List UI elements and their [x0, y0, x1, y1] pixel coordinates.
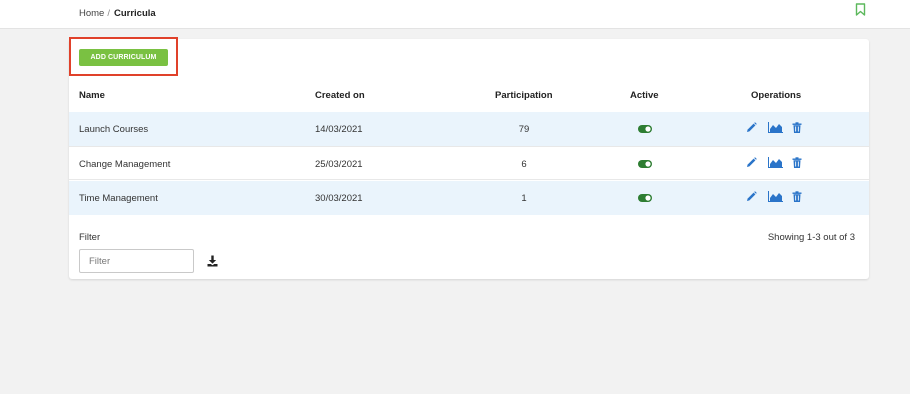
active-toggle[interactable] — [638, 125, 652, 133]
row-name: Change Management — [79, 159, 171, 170]
row-operations — [746, 122, 806, 136]
row-participation: 79 — [518, 124, 530, 135]
delete-icon[interactable] — [792, 157, 802, 168]
top-bar: Home / Curricula — [0, 0, 910, 29]
filter-input[interactable] — [79, 249, 194, 273]
active-toggle[interactable] — [638, 160, 652, 168]
active-toggle[interactable] — [638, 194, 652, 202]
breadcrumb-home[interactable]: Home — [79, 8, 104, 19]
edit-icon[interactable] — [746, 157, 757, 168]
row-name: Launch Courses — [79, 124, 149, 135]
header-operations: Operations — [751, 90, 802, 101]
stats-icon[interactable] — [768, 191, 783, 202]
table-row: Time Management 30/03/2021 1 — [69, 181, 869, 215]
table-row: Launch Courses 14/03/2021 79 — [69, 112, 869, 146]
delete-icon[interactable] — [792, 191, 802, 202]
breadcrumb-current: Curricula — [113, 8, 156, 19]
row-participation: 6 — [521, 159, 527, 170]
breadcrumb-separator: / — [107, 8, 110, 19]
add-curriculum-button[interactable]: ADD CURRICULUM — [79, 49, 168, 66]
filter-label: Filter — [79, 232, 101, 243]
breadcrumb: Home / Curricula — [79, 8, 156, 19]
stats-icon[interactable] — [768, 122, 783, 133]
pagination-summary: Showing 1-3 out of 3 — [767, 232, 855, 243]
table-header: Name Created on Participation Active Ope… — [69, 83, 869, 113]
row-name: Time Management — [79, 193, 158, 204]
header-name[interactable]: Name — [79, 90, 105, 101]
row-created-on: 25/03/2021 — [315, 159, 363, 170]
bookmark-icon[interactable] — [855, 3, 866, 16]
curricula-card: ADD CURRICULUM Name Created on Participa… — [69, 37, 869, 279]
row-created-on: 30/03/2021 — [315, 193, 363, 204]
delete-icon[interactable] — [792, 122, 802, 133]
header-participation[interactable]: Participation — [495, 90, 553, 101]
header-created-on[interactable]: Created on — [315, 90, 365, 101]
row-created-on: 14/03/2021 — [315, 124, 363, 135]
row-operations — [746, 191, 806, 205]
edit-icon[interactable] — [746, 191, 757, 202]
table-row: Change Management 25/03/2021 6 — [69, 146, 869, 180]
download-icon[interactable] — [207, 255, 218, 267]
stats-icon[interactable] — [768, 157, 783, 168]
edit-icon[interactable] — [746, 122, 757, 133]
row-operations — [746, 157, 806, 171]
row-participation: 1 — [521, 193, 527, 204]
header-active[interactable]: Active — [630, 90, 659, 101]
